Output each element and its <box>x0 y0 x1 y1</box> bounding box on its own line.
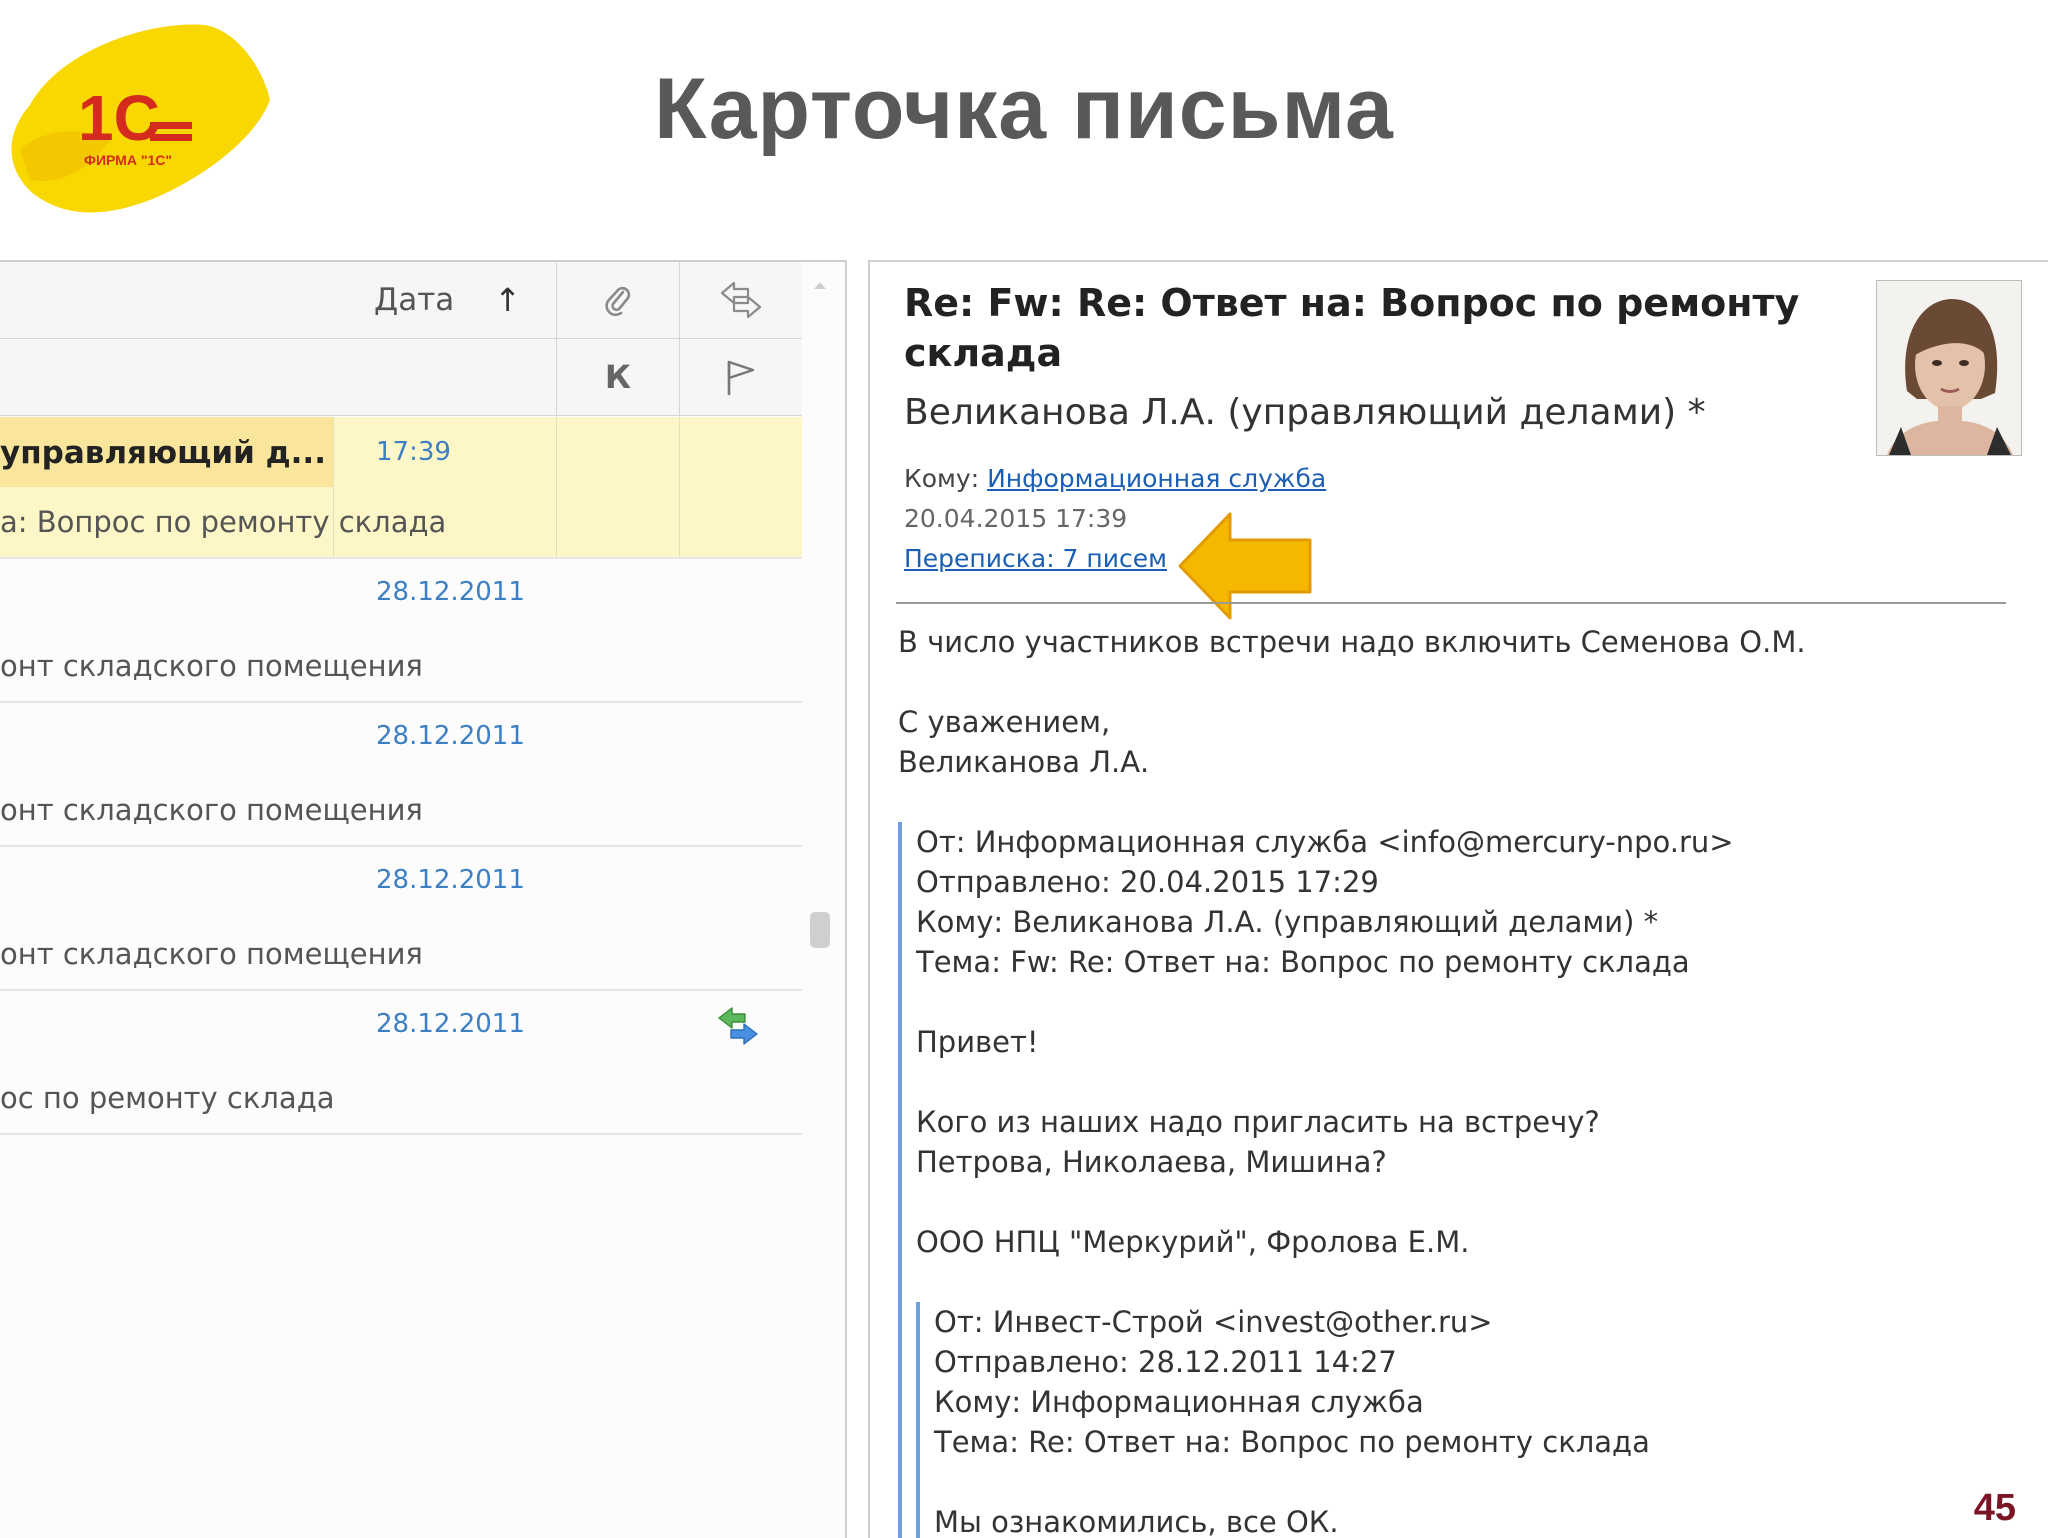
header-separator <box>896 602 2006 604</box>
date-column-header[interactable]: Дата ↑ <box>334 262 557 338</box>
message-date: 20.04.2015 17:39 <box>904 504 1128 533</box>
paperclip-icon <box>605 286 631 317</box>
recipient-link[interactable]: Информационная служба <box>987 464 1326 493</box>
message-date: 28.12.2011 <box>376 1009 525 1039</box>
forward-arrows-icon <box>720 281 762 319</box>
list-item[interactable]: 28.12.2011 онт складского помещения <box>0 703 802 847</box>
k-column-header[interactable]: К <box>557 339 680 415</box>
attachment-column-header[interactable] <box>557 262 680 338</box>
slide-title: Карточка письма <box>654 61 1394 157</box>
list-header-row-2: К <box>0 339 802 416</box>
list-item[interactable]: 28.12.2011 онт складского помещения <box>0 559 802 703</box>
message-date: 28.12.2011 <box>376 865 525 895</box>
message-from: Великанова Л.А. (управляющий делами) * <box>904 392 1706 433</box>
message-sender: управляющий д... <box>0 435 326 471</box>
page-number: 45 <box>1973 1487 2016 1529</box>
callout-arrow <box>1176 506 1316 630</box>
message-subject: а: Вопрос по ремонту склада <box>0 505 447 539</box>
forwarded-icon <box>715 1005 761 1051</box>
message-subject: онт складского помещения <box>0 937 423 971</box>
flag-column-header[interactable] <box>680 339 802 415</box>
message-subject-heading: Re: Fw: Re: Ответ на: Вопрос по ремонту … <box>904 281 1800 375</box>
message-list-panel: Дата ↑ К управляющий д... 17:39 а: Вопро… <box>0 260 847 1538</box>
message-date: 28.12.2011 <box>376 577 525 607</box>
message-subject: онт складского помещения <box>0 649 423 683</box>
nested-quoted-message: От: Инвест-Строй <invest@other.ru> Отпра… <box>916 1302 2008 1538</box>
list-item[interactable]: управляющий д... 17:39 а: Вопрос по ремо… <box>0 417 802 559</box>
sender-avatar <box>1876 280 2022 456</box>
message-date: 17:39 <box>376 437 451 467</box>
message-body: В число участников встречи надо включить… <box>898 622 2008 1538</box>
message-subject: ос по ремонту склада <box>0 1081 335 1115</box>
thread-link[interactable]: Переписка: 7 писем <box>904 544 1167 573</box>
message-subject: онт складского помещения <box>0 793 423 827</box>
list-header-row: Дата ↑ <box>0 262 802 339</box>
list-item[interactable]: 28.12.2011 ос по ремонту склада <box>0 991 802 1135</box>
scroll-up-arrow[interactable] <box>814 282 826 289</box>
message-reading-pane: Re: Fw: Re: Ответ на: Вопрос по ремонту … <box>868 260 2048 1538</box>
quoted-message: От: Информационная служба <info@mercury-… <box>898 822 2008 1538</box>
message-to: Кому: Информационная служба <box>904 464 1327 493</box>
scrollbar-thumb[interactable] <box>810 912 830 948</box>
message-date: 28.12.2011 <box>376 721 525 751</box>
sort-ascending-icon: ↑ <box>494 281 522 319</box>
forwarded-column-header[interactable] <box>680 262 802 338</box>
list-item[interactable]: 28.12.2011 онт складского помещения <box>0 847 802 991</box>
flag-icon <box>727 360 755 395</box>
